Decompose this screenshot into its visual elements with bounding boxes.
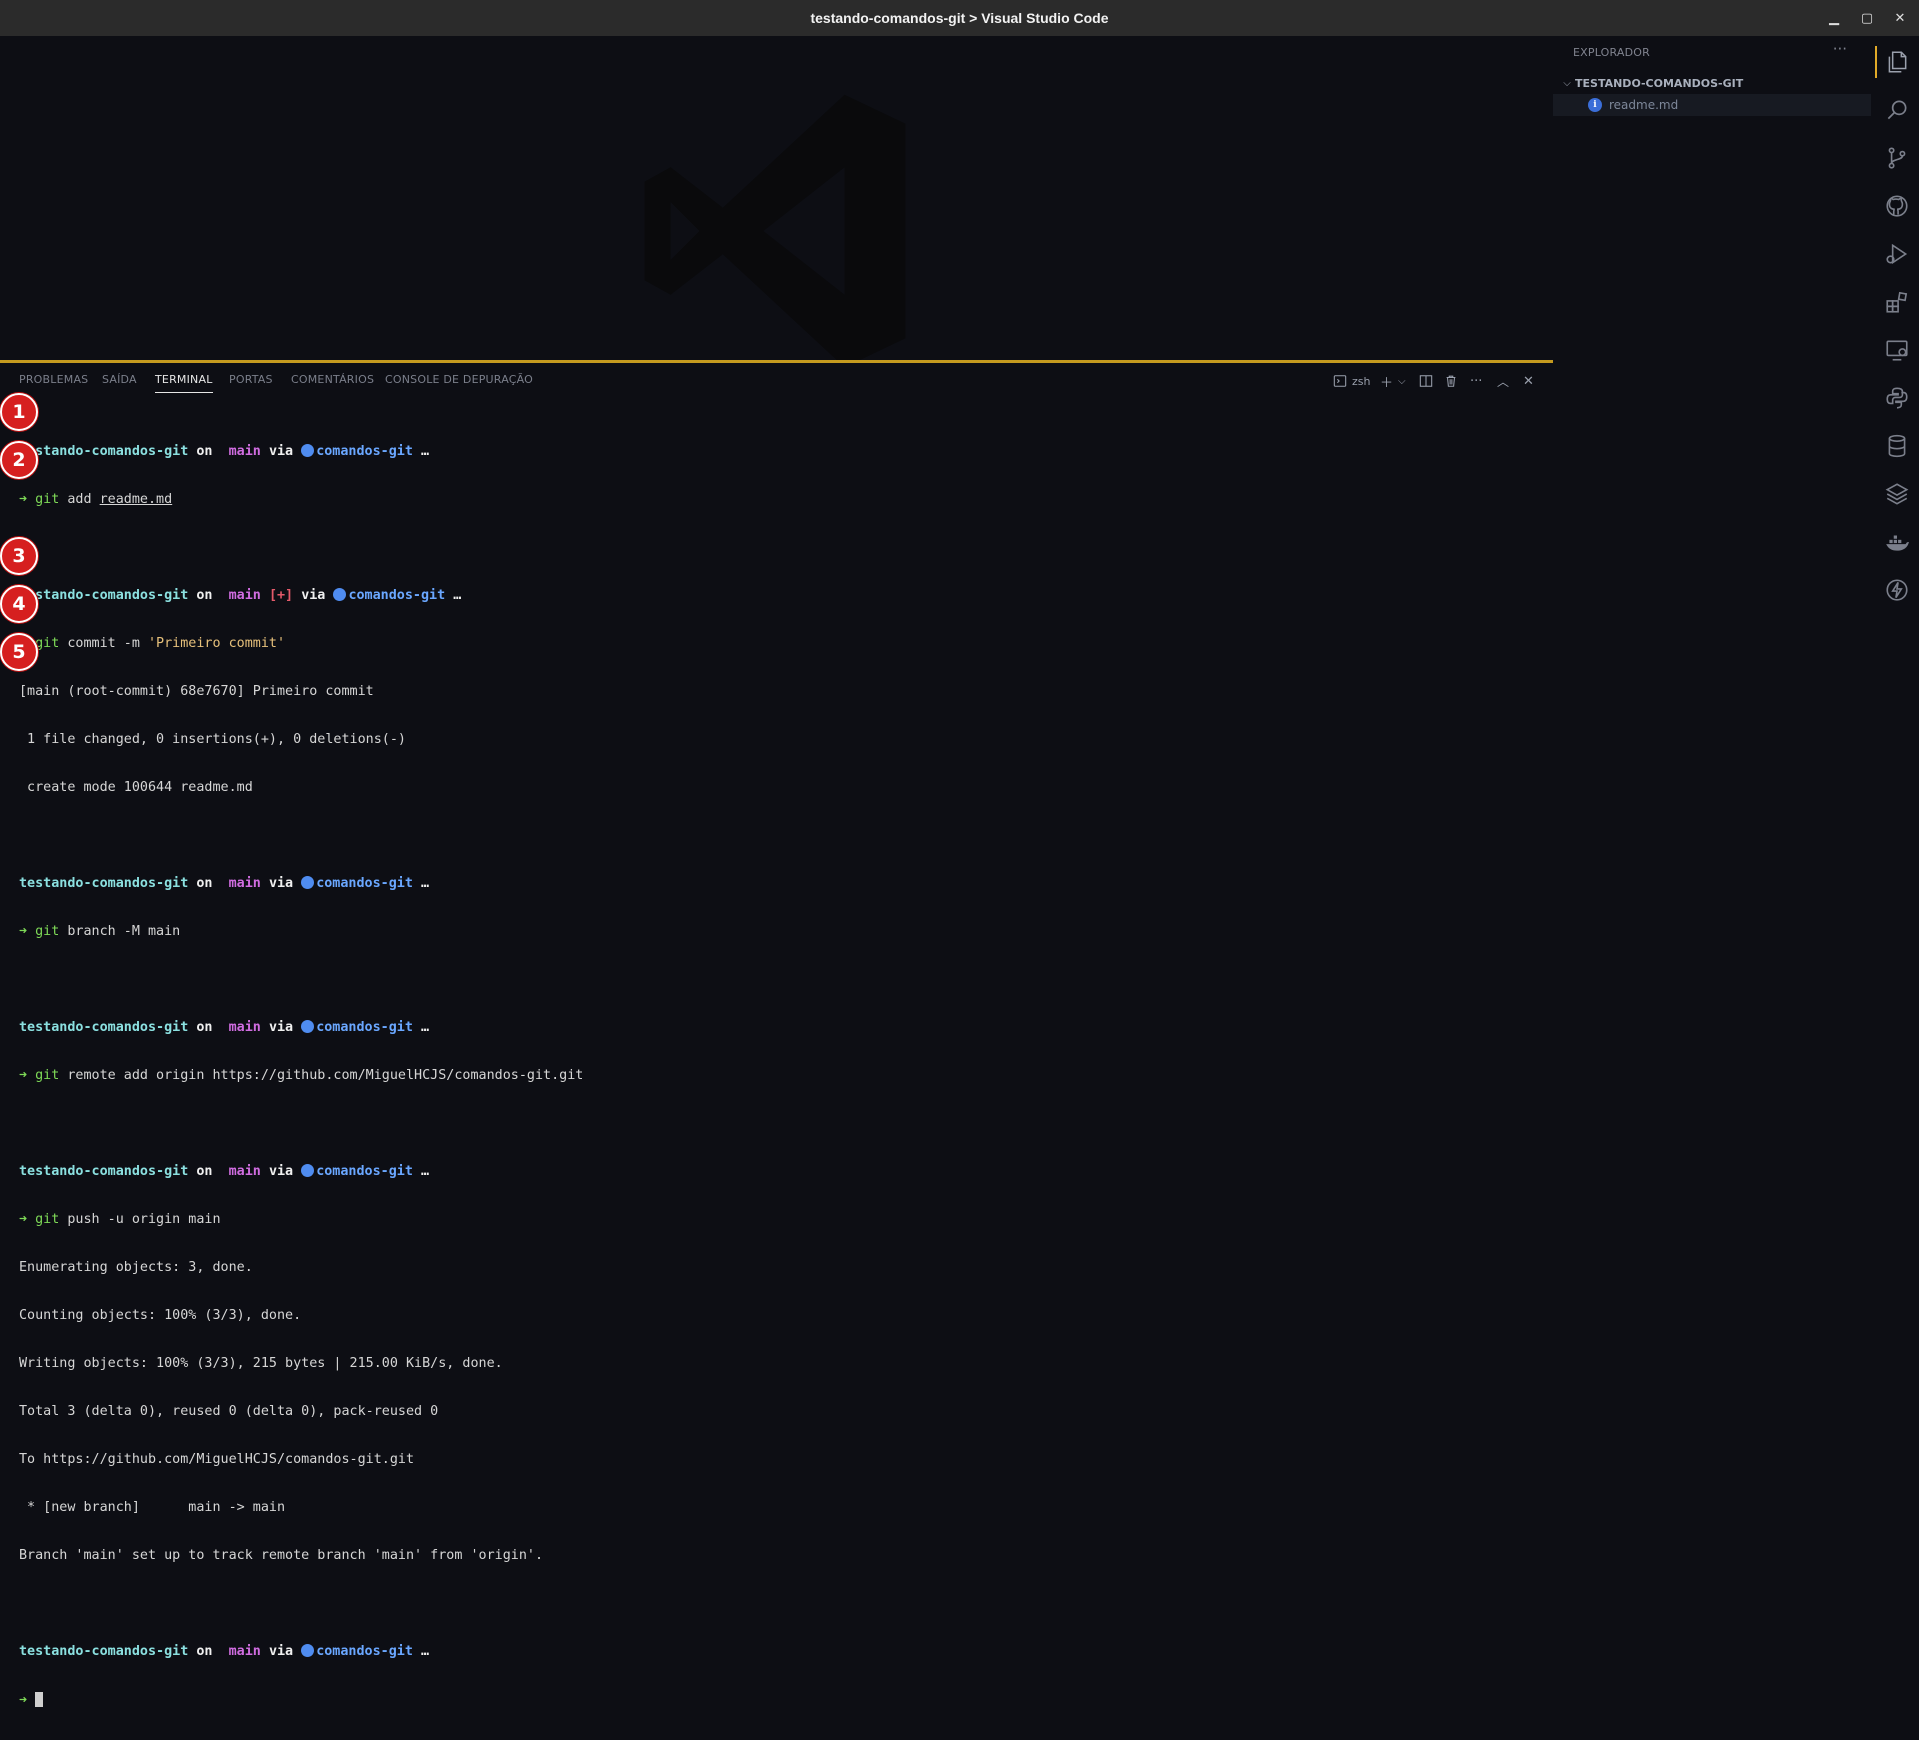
panel-tabs: PROBLEMAS SAÍDA TERMINAL PORTAS COMENTÁR… [0,363,1553,397]
package-icon [301,1020,315,1033]
activity-bar [1875,36,1919,923]
command-line: ➜ git remote add origin https://github.c… [19,1068,584,1083]
step-badge-2: 2 [0,441,38,479]
prompt-line: testando-comandos-git on main [+] via co… [19,588,462,603]
info-icon: i [1588,98,1602,112]
package-icon [301,444,315,457]
command-line: ➜ git branch -M main [19,924,181,939]
explorer-header: EXPLORADOR [1573,46,1651,59]
terminal-icon [1333,375,1347,387]
title-bar: testando-comandos-git > Visual Studio Co… [0,0,1919,36]
tab-console-depuracao[interactable]: CONSOLE DE DEPURAÇÃO [385,373,533,386]
output-line: Total 3 (delta 0), reused 0 (delta 0), p… [19,1404,439,1419]
output-line: Writing objects: 100% (3/3), 215 bytes |… [19,1356,503,1371]
file-name: readme.md [1609,98,1679,112]
command-line: ➜ git commit -m 'Primeiro commit' [19,636,286,651]
split-terminal-icon[interactable] [1419,371,1433,391]
output-line: * [new branch] main -> main [19,1500,286,1515]
prompt-line: testando-comandos-git on main via comand… [19,444,430,459]
step-badge-1: 1 [0,393,38,431]
search-icon[interactable] [1875,88,1919,132]
database-icon[interactable] [1875,424,1919,468]
output-line: create mode 100644 readme.md [19,780,253,795]
docker-icon[interactable] [1875,520,1919,564]
source-control-icon[interactable] [1875,136,1919,180]
close-panel-icon[interactable]: ✕ [1523,371,1534,391]
shell-name: zsh [1352,374,1371,388]
layers-icon[interactable] [1875,472,1919,516]
output-line: To https://github.com/MiguelHCJS/comando… [19,1452,415,1467]
minimize-icon[interactable]: ▁ [1817,0,1851,36]
trash-icon[interactable] [1444,371,1458,391]
chevron-down-icon[interactable]: ⌵ [1559,78,1575,89]
package-icon [333,588,347,601]
new-terminal-icon[interactable]: ＋ [1380,371,1393,391]
step-badge-4: 4 [0,585,38,623]
extensions-icon[interactable] [1875,280,1919,324]
command-line: ➜ git push -u origin main [19,1212,221,1227]
tab-comentarios[interactable]: COMENTÁRIOS [291,373,374,386]
vscode-watermark-icon [644,94,906,360]
step-badge-5: 5 [0,633,38,671]
terminal-output[interactable]: testando-comandos-git on main via comand… [19,412,583,1740]
file-item-readme[interactable]: i readme.md [1553,94,1871,116]
output-line: Counting objects: 100% (3/3), done. [19,1308,302,1323]
more-actions-icon[interactable]: ··· [1470,371,1482,391]
prompt-line: testando-comandos-git on main via comand… [19,1164,430,1179]
more-actions-icon[interactable]: ··· [1833,40,1847,58]
remote-explorer-icon[interactable] [1875,328,1919,372]
output-line: [main (root-commit) 68e7670] Primeiro co… [19,684,374,699]
tab-saida[interactable]: SAÍDA [102,373,137,386]
maximize-panel-icon[interactable]: ︿ [1497,371,1509,391]
input-line[interactable]: ➜ [19,1692,583,1708]
package-icon [301,1164,315,1177]
terminal-shell-selector[interactable]: zsh [1333,371,1370,391]
window-title: testando-comandos-git > Visual Studio Co… [810,10,1109,26]
package-icon [301,876,315,889]
editor-area[interactable] [0,36,1553,360]
python-icon[interactable] [1875,376,1919,420]
tab-terminal[interactable]: TERMINAL [155,373,213,393]
run-debug-icon[interactable] [1875,232,1919,276]
terminal-cursor [35,1692,44,1707]
prompt-line: testando-comandos-git on main via comand… [19,876,430,891]
tab-problemas[interactable]: PROBLEMAS [19,373,88,386]
terminal-panel: PROBLEMAS SAÍDA TERMINAL PORTAS COMENTÁR… [0,363,1553,1708]
folder-row[interactable]: ⌵ TESTANDO-COMANDOS-GIT [1553,73,1875,93]
output-line: Enumerating objects: 3, done. [19,1260,253,1275]
output-line: Branch 'main' set up to track remote bra… [19,1548,544,1563]
explorer-sidebar: EXPLORADOR ··· ⌵ TESTANDO-COMANDOS-GIT i… [1553,36,1875,923]
output-line: 1 file changed, 0 insertions(+), 0 delet… [19,732,406,747]
lightning-icon[interactable] [1875,568,1919,612]
explorer-icon[interactable] [1875,40,1919,84]
maximize-icon[interactable]: ▢ [1850,0,1884,36]
tab-portas[interactable]: PORTAS [229,373,273,386]
prompt-line: testando-comandos-git on main via comand… [19,1644,430,1659]
close-window-icon[interactable]: ✕ [1883,0,1917,36]
step-badge-3: 3 [0,537,38,575]
package-icon [301,1644,315,1657]
prompt-line: testando-comandos-git on main via comand… [19,1020,430,1035]
folder-name: TESTANDO-COMANDOS-GIT [1575,76,1744,90]
command-line: ➜ git add readme.md [19,492,173,507]
github-icon[interactable] [1875,184,1919,228]
chevron-down-icon[interactable]: ⌵ [1398,371,1406,391]
